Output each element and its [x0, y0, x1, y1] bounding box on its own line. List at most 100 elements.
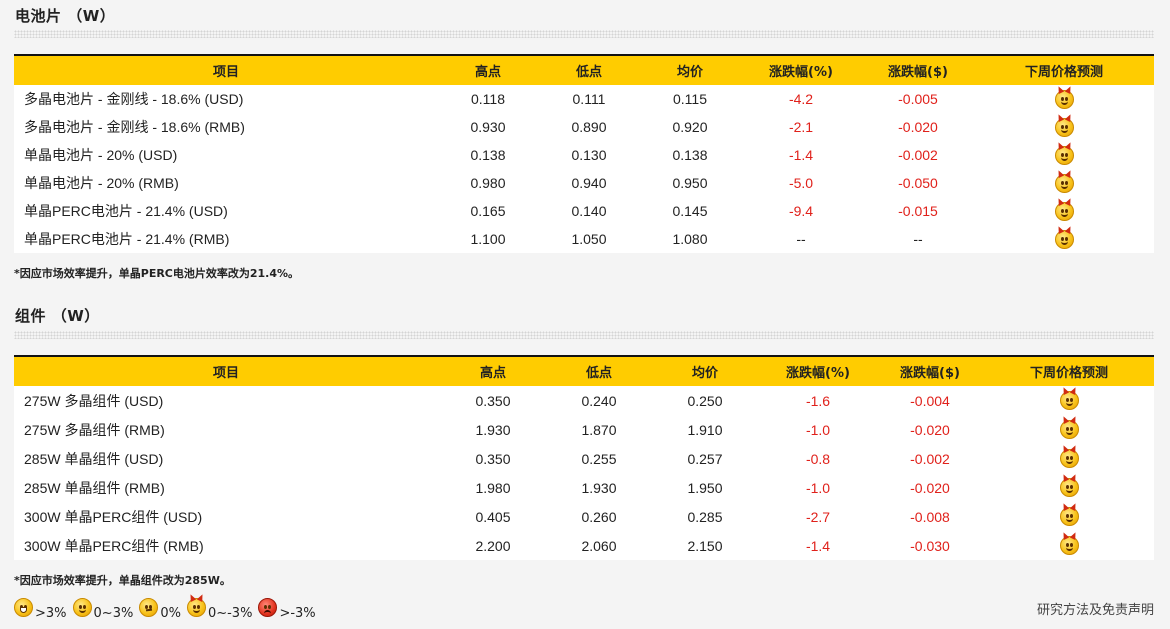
cell-section-title: 电池片 （W）: [15, 7, 116, 25]
cell-avg: 1.910: [687, 421, 723, 438]
legend-label: 0%: [160, 606, 181, 621]
cell-pct: -0.8: [805, 450, 831, 467]
column-header: 项目: [14, 355, 438, 386]
devil-smiley-icon: [1054, 145, 1074, 165]
cell-name: 275W 多晶组件 (RMB): [24, 421, 165, 438]
cell-high: 1.930: [475, 421, 511, 438]
cell-usd: -0.008: [910, 508, 950, 525]
cell-pct: -4.2: [788, 91, 814, 107]
cell-pct: -2.7: [805, 508, 831, 525]
legend-label: >-3%: [279, 606, 316, 621]
table-row: 285W 单晶组件 (USD) 0.350 0.255 0.257 -0.8 -0.002: [14, 444, 1154, 473]
devil-smiley-icon: [1059, 536, 1079, 555]
cell-name: 多晶电池片 - 金刚线 - 18.6% (USD): [24, 91, 244, 107]
legend-label: >3%: [35, 606, 67, 621]
cell-usd: -0.015: [898, 203, 938, 219]
module-footnote: *因应市场效率提升，单晶组件改为285W。: [14, 574, 231, 587]
methodology-disclaimer-link[interactable]: 研究方法及免责声明: [1037, 599, 1154, 618]
devil-smiley-icon: [1054, 117, 1074, 137]
cell-avg: 0.950: [672, 175, 708, 191]
cell-high: 0.930: [470, 119, 506, 135]
column-header: 低点: [538, 54, 640, 85]
cell-price-table: 项目 高点 低点 均价 涨跌幅(%) 涨跌幅($) 下周价格预测 多晶电池片 - 金刚线 -…: [14, 54, 1154, 253]
cell-pct: --: [796, 231, 806, 247]
column-header: 涨跌幅(%): [760, 355, 876, 386]
table-row: 285W 单晶组件 (RMB) 1.980 1.930 1.950 -1.0 -0.020: [14, 473, 1154, 502]
cell-name: 300W 单晶PERC组件 (USD): [24, 508, 203, 525]
cell-forecast: [974, 197, 1154, 225]
column-header: 涨跌幅(%): [740, 54, 862, 85]
cell-forecast: [984, 473, 1154, 502]
devil-smiley-icon: [1059, 449, 1079, 468]
devil-smiley-icon: [1059, 420, 1079, 439]
cell-name: 单晶PERC电池片 - 21.4% (RMB): [24, 231, 230, 247]
cell-low: 1.050: [571, 231, 607, 247]
cell-forecast: [974, 85, 1154, 113]
module-price-table: 项目 高点 低点 均价 涨跌幅(%) 涨跌幅($) 下周价格预测 275W 多晶组件 (US…: [14, 355, 1154, 560]
cell-usd: -0.020: [898, 119, 938, 135]
legend-item: >3%: [14, 598, 67, 621]
cell-high: 1.100: [470, 231, 506, 247]
cell-high: 2.200: [475, 537, 511, 554]
devil-smiley-icon: [1059, 478, 1079, 497]
table-row: 单晶电池片 - 20% (RMB) 0.980 0.940 0.950 -5.0 -0.0…: [14, 169, 1154, 197]
cell-low: 0.111: [572, 91, 606, 107]
module-section-title: 组件 （W）: [15, 307, 100, 325]
cell-usd: -0.020: [910, 421, 950, 438]
table-row: 300W 单晶PERC组件 (RMB) 2.200 2.060 2.150 -1.4 -0…: [14, 531, 1154, 560]
cell-forecast: [974, 141, 1154, 169]
cell-avg: 0.920: [672, 119, 708, 135]
cell-low: 0.130: [571, 147, 607, 163]
cell-usd: -0.005: [898, 91, 938, 107]
cell-name: 285W 单晶组件 (USD): [24, 450, 164, 467]
cell-forecast: [984, 415, 1154, 444]
cell-low: 0.255: [581, 450, 617, 467]
cell-pct: -9.4: [788, 203, 814, 219]
neutral-smiley-icon: [139, 598, 159, 617]
devil-smiley-icon: [1059, 391, 1079, 410]
dotted-divider: [14, 30, 1154, 38]
cell-avg: 0.285: [687, 508, 723, 525]
grin-smiley-icon: [14, 598, 33, 617]
cell-name: 单晶电池片 - 20% (RMB): [24, 175, 179, 191]
cell-forecast: [984, 502, 1154, 531]
table-row: 单晶PERC电池片 - 21.4% (USD) 0.165 0.140 0.145 -9…: [14, 197, 1154, 225]
table-row: 单晶PERC电池片 - 21.4% (RMB) 1.100 1.050 1.080 --…: [14, 225, 1154, 253]
cell-name: 单晶PERC电池片 - 21.4% (USD): [24, 203, 228, 219]
legend-label: 0~-3%: [207, 606, 253, 621]
cell-low: 1.870: [581, 421, 617, 438]
cell-low: 0.240: [581, 392, 617, 409]
devil-smiley-icon: [1059, 507, 1079, 526]
cell-high: 0.980: [470, 175, 506, 191]
cell-high: 0.350: [475, 450, 511, 467]
devil-smiley-icon: [1054, 89, 1074, 109]
cell-pct: -1.6: [805, 392, 831, 409]
column-header: 涨跌幅($): [862, 54, 974, 85]
cell-usd: -0.002: [910, 450, 950, 467]
cell-pct: -5.0: [788, 175, 814, 191]
column-header: 高点: [438, 54, 538, 85]
devil-smiley-icon: [1054, 201, 1074, 221]
cell-avg: 2.150: [687, 537, 723, 554]
cell-high: 0.165: [470, 203, 506, 219]
table-row: 275W 多晶组件 (USD) 0.350 0.240 0.250 -1.6 -0.004: [14, 386, 1154, 415]
cell-avg: 0.138: [672, 147, 708, 163]
cell-forecast: [974, 169, 1154, 197]
column-header: 项目: [14, 54, 438, 85]
cell-high: 0.138: [470, 147, 506, 163]
column-header: 高点: [438, 355, 548, 386]
table-header-row: 项目 高点 低点 均价 涨跌幅(%) 涨跌幅($) 下周价格预测: [14, 355, 1154, 386]
cell-name: 285W 单晶组件 (RMB): [24, 479, 165, 496]
legend-item: 0~3%: [72, 598, 133, 621]
cell-usd: -0.004: [910, 392, 950, 409]
cell-usd: -0.050: [898, 175, 938, 191]
devil-smiley-icon: [186, 598, 206, 617]
cell-low: 2.060: [581, 537, 617, 554]
column-header: 下周价格预测: [974, 54, 1154, 85]
cell-name: 多晶电池片 - 金刚线 - 18.6% (RMB): [24, 119, 245, 135]
table-row: 单晶电池片 - 20% (USD) 0.138 0.130 0.138 -1.4 -0.0…: [14, 141, 1154, 169]
cell-avg: 1.950: [687, 479, 723, 496]
cell-forecast: [984, 386, 1154, 415]
column-header: 下周价格预测: [984, 355, 1154, 386]
column-header: 均价: [650, 355, 760, 386]
